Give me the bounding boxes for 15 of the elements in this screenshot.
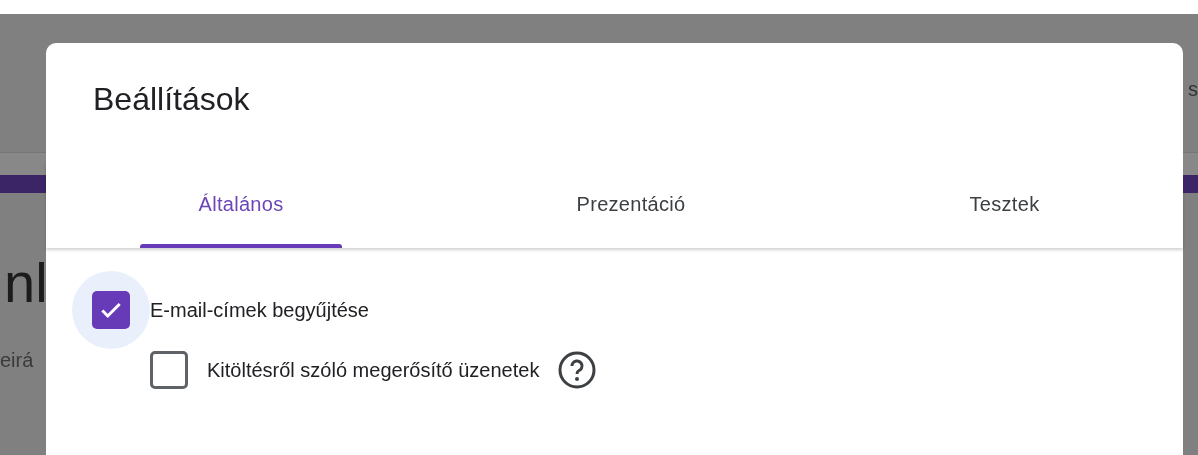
checkbox[interactable] bbox=[92, 291, 130, 329]
checkbox[interactable] bbox=[150, 351, 188, 389]
help-icon[interactable] bbox=[557, 350, 598, 390]
tab[interactable]: Tesztek bbox=[969, 193, 1040, 244]
accent-bar bbox=[1183, 175, 1198, 193]
accent-bar bbox=[0, 175, 46, 193]
checkbox-label: E-mail-címek begyűjtése bbox=[150, 298, 369, 322]
header-text: s bbox=[1187, 78, 1198, 101]
tab[interactable]: Általános bbox=[198, 193, 284, 244]
form-title: nl bbox=[3, 250, 46, 311]
form-description: eirá bbox=[0, 348, 35, 372]
checkbox-label: Kitöltésről szóló megerősítő üzenetek bbox=[207, 358, 540, 382]
tab[interactable]: Prezentáció bbox=[576, 193, 686, 244]
header-band bbox=[0, 153, 46, 175]
dialog-title: Beállítások bbox=[92, 80, 251, 119]
